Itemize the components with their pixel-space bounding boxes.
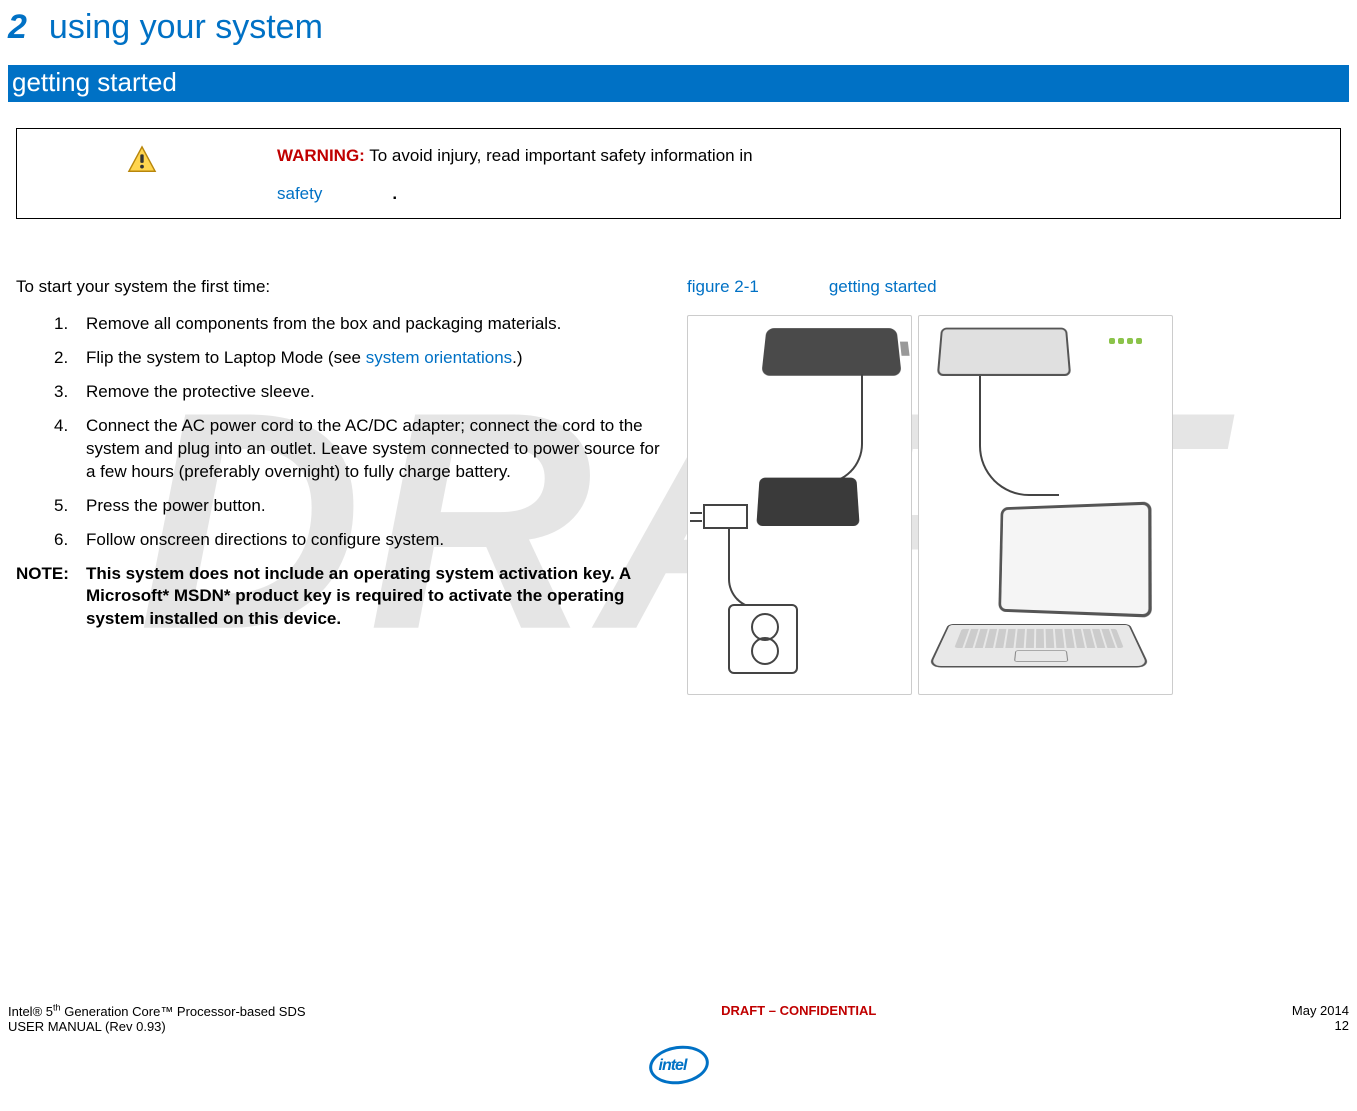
note-text: This system does not include an operatin… (86, 563, 667, 632)
footer-right: May 2014 12 (1292, 1003, 1349, 1034)
modem-icon (937, 328, 1071, 376)
chapter-header: 2 using your system (8, 8, 1349, 47)
footer-left: Intel® 5th Generation Core™ Processor-ba… (8, 1003, 306, 1034)
status-lights-icon (1109, 338, 1142, 344)
step-number: 3. (54, 381, 68, 404)
figure-image (687, 315, 1341, 695)
step-text: Connect the AC power cord to the AC/DC a… (86, 416, 660, 481)
note-label: NOTE: (16, 563, 86, 632)
adapter-icon (756, 478, 859, 526)
step-item: 3. Remove the protective sleeve. (54, 381, 667, 404)
warning-body: To avoid injury, read important safety i… (365, 146, 753, 165)
chapter-title: using your system (49, 8, 323, 47)
footer-confidential: DRAFT – CONFIDENTIAL (721, 1003, 876, 1034)
step-text: Remove all components from the box and p… (86, 314, 561, 333)
step-item: 4. Connect the AC power cord to the AC/D… (54, 415, 667, 484)
chapter-number: 2 (8, 8, 27, 47)
warning-period: . (392, 184, 397, 203)
step-text: Follow onscreen directions to configure … (86, 530, 444, 549)
step-item: 5. Press the power button. (54, 495, 667, 518)
intro-text: To start your system the first time: (16, 277, 667, 297)
steps-list: 1. Remove all components from the box an… (16, 313, 667, 552)
step-number: 1. (54, 313, 68, 336)
outlet-icon (728, 604, 798, 674)
step-text-after: .) (512, 348, 522, 367)
section-heading: getting started (8, 65, 1349, 102)
figure-panel-left (687, 315, 912, 695)
warning-box: WARNING: To avoid injury, read important… (16, 128, 1341, 219)
safety-link[interactable]: safety (277, 181, 322, 207)
warning-label: WARNING: (277, 146, 365, 165)
footer-manual: USER MANUAL (Rev 0.93) (8, 1019, 166, 1034)
footer-date: May 2014 (1292, 1003, 1349, 1018)
note-block: NOTE: This system does not include an op… (16, 563, 667, 632)
warning-icon (127, 145, 157, 180)
warning-text: WARNING: To avoid injury, read important… (277, 143, 1320, 206)
router-icon (761, 328, 901, 376)
step-text-before: Flip the system to Laptop Mode (see (86, 348, 366, 367)
intel-logo: intel (8, 1046, 1349, 1091)
footer-product: Intel® 5th Generation Core™ Processor-ba… (8, 1004, 306, 1019)
step-text: Press the power button. (86, 496, 266, 515)
cord-icon (728, 529, 758, 609)
figure-column: figure 2-1 getting started (667, 277, 1341, 695)
step-number: 2. (54, 347, 68, 370)
instructions-column: To start your system the first time: 1. … (16, 277, 667, 695)
system-orientations-link[interactable]: system orientations (366, 348, 512, 367)
page-footer: Intel® 5th Generation Core™ Processor-ba… (8, 1003, 1349, 1091)
plug-icon (703, 504, 748, 529)
figure-panel-right (918, 315, 1173, 695)
page-number: 12 (1335, 1018, 1349, 1033)
figure-title: getting started (829, 277, 937, 296)
cable-icon (979, 376, 1059, 496)
laptop-icon (939, 504, 1159, 684)
cord-icon (803, 374, 863, 484)
step-text: Remove the protective sleeve. (86, 382, 315, 401)
step-number: 4. (54, 415, 68, 438)
step-number: 6. (54, 529, 68, 552)
figure-label: figure 2-1 (687, 277, 759, 296)
figure-caption: figure 2-1 getting started (687, 277, 1341, 297)
step-number: 5. (54, 495, 68, 518)
step-item: 6. Follow onscreen directions to configu… (54, 529, 667, 552)
step-item: 2. Flip the system to Laptop Mode (see s… (54, 347, 667, 370)
step-item: 1. Remove all components from the box an… (54, 313, 667, 336)
